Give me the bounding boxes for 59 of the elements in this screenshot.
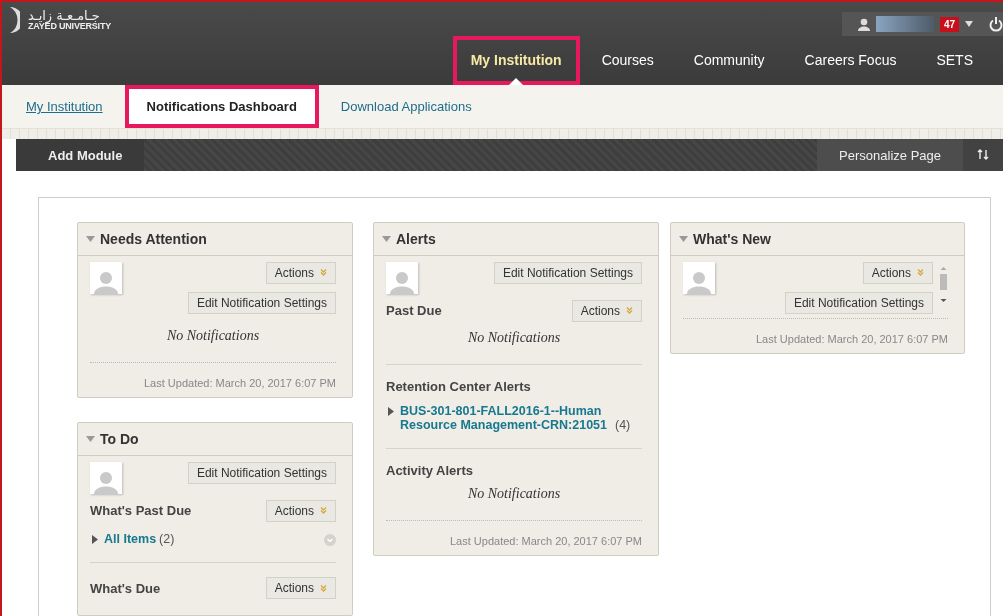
notification-count[interactable]: 47 [939,16,959,32]
last-updated: Last Updated: March 20, 2017 6:07 PM [386,520,642,548]
edit-settings-button[interactable]: Edit Notification Settings [493,261,642,284]
last-updated: Last Updated: March 20, 2017 6:07 PM [90,361,336,389]
double-chevron-icon [320,269,327,277]
item-count: (2) [159,531,175,546]
item-count: (4) [615,418,631,433]
actions-button[interactable]: Actions [265,499,336,522]
actions-button[interactable]: Actions [862,261,933,284]
sub-tab[interactable]: Notifications Dashboard [124,85,319,128]
redacted-name [875,16,934,32]
avatar-placeholder [683,261,715,294]
user-icon[interactable] [857,17,870,31]
module-title: Alerts [396,230,436,247]
reorder-button[interactable] [963,139,1003,171]
module-title: What's New [693,230,771,247]
empty-note: No Notifications [165,326,261,345]
section-heading: Past Due [386,303,442,319]
module-title: Needs Attention [100,230,207,247]
actions-button[interactable]: Actions [265,261,336,284]
section-heading: Activity Alerts [386,463,473,479]
section-heading: What's Due [90,580,161,596]
module-title: To Do [100,430,139,447]
expand-triangle-icon[interactable] [388,406,394,416]
logo-english: ZAYED UNIVERSITY [28,22,111,31]
nav-tab[interactable]: Community [675,36,783,85]
actions-button[interactable]: Actions [265,577,336,599]
double-chevron-icon [320,584,327,592]
double-chevron-icon [917,269,924,277]
item-link[interactable]: All Items [104,531,157,546]
edit-settings-button[interactable]: Edit Notification Settings [784,291,933,314]
caret-icon[interactable] [965,21,973,27]
add-module-button[interactable]: Add Module [16,139,145,171]
section-heading: Retention Center Alerts [386,378,531,394]
empty-note: No Notifications [466,328,562,347]
section-heading: What's Past Due [90,503,192,519]
power-icon[interactable] [989,16,1003,32]
sub-tab[interactable]: Download Applications [318,85,494,128]
personalize-page-button[interactable]: Personalize Page [817,139,963,171]
avatar-placeholder [386,261,418,294]
actions-button[interactable]: Actions [571,299,642,322]
expand-triangle-icon[interactable] [92,534,98,544]
logo-arabic: جـامـعـة زايـد [28,9,100,22]
sort-arrows-icon [977,148,989,160]
item-link[interactable]: BUS-301-801-FALL2016-1--Human Resource Management-CRN:21051 [400,403,612,433]
empty-note: No Notifications [466,485,562,504]
avatar-placeholder [90,461,122,494]
nav-tab[interactable]: My Institution [452,36,580,85]
nav-tab[interactable]: Careers Focus [786,36,915,85]
nav-tab[interactable]: Courses [583,36,672,85]
last-updated: Last Updated: March 20, 2017 6:07 PM [683,317,948,345]
nav-tab[interactable]: SETS [918,36,991,85]
edit-settings-button[interactable]: Edit Notification Settings [187,291,336,314]
double-chevron-icon [320,507,327,515]
crescent-icon [8,6,20,34]
avatar-placeholder [90,261,122,294]
sub-tab[interactable]: My Institution [22,85,125,128]
edit-settings-button[interactable]: Edit Notification Settings [187,461,336,484]
double-chevron-icon [626,307,633,315]
